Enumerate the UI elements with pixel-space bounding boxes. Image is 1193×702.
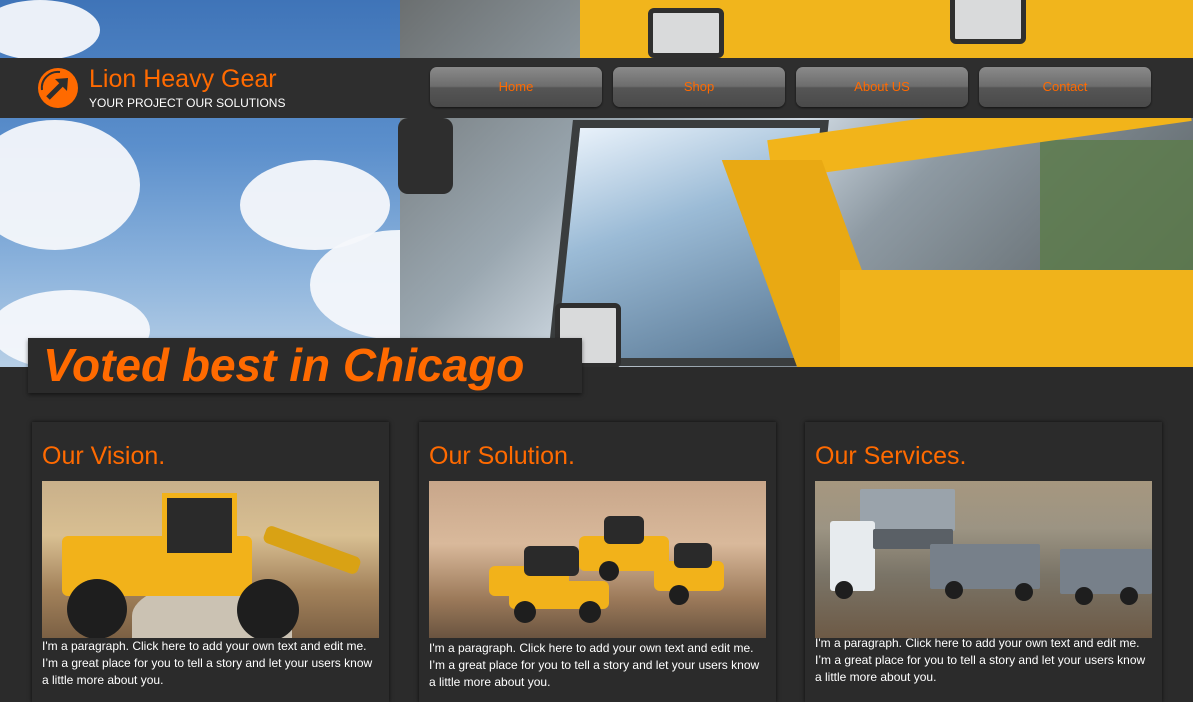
nav-about-button[interactable]: About US bbox=[796, 67, 968, 107]
brand-name[interactable]: Lion Heavy Gear bbox=[89, 64, 277, 94]
card-solution: Our Solution. I'm a paragraph. Click her… bbox=[419, 422, 776, 702]
card-title: Our Vision. bbox=[42, 442, 166, 470]
slogan-text: Voted best in Chicago bbox=[43, 339, 525, 391]
nav-contact-button[interactable]: Contact bbox=[979, 67, 1151, 107]
wheel-loader-image[interactable] bbox=[42, 481, 379, 638]
card-paragraph: I'm a paragraph. Click here to add your … bbox=[815, 636, 1146, 684]
backhoe-fleet-image[interactable] bbox=[429, 481, 766, 638]
card-vision: Our Vision. I'm a paragraph. Click here … bbox=[32, 422, 389, 702]
card-title: Our Services. bbox=[815, 442, 967, 470]
card-paragraph: I'm a paragraph. Click here to add your … bbox=[429, 641, 760, 689]
slogan-banner: Voted best in Chicago bbox=[28, 338, 582, 393]
dump-trucks-image[interactable] bbox=[815, 481, 1152, 638]
nav-shop-button[interactable]: Shop bbox=[613, 67, 785, 107]
card-services: Our Services. I'm a paragraph. Click her… bbox=[805, 422, 1162, 702]
site-header: Lion Heavy Gear YOUR PROJECT OUR SOLUTIO… bbox=[0, 58, 1193, 118]
arrow-up-right-icon bbox=[40, 70, 68, 100]
brand-tagline: YOUR PROJECT OUR SOLUTIONS bbox=[89, 96, 286, 110]
nav-home-button[interactable]: Home bbox=[430, 67, 602, 107]
card-title: Our Solution. bbox=[429, 442, 575, 470]
card-paragraph: I'm a paragraph. Click here to add your … bbox=[42, 639, 373, 687]
logo[interactable] bbox=[38, 68, 78, 108]
hero-image bbox=[0, 0, 1193, 367]
